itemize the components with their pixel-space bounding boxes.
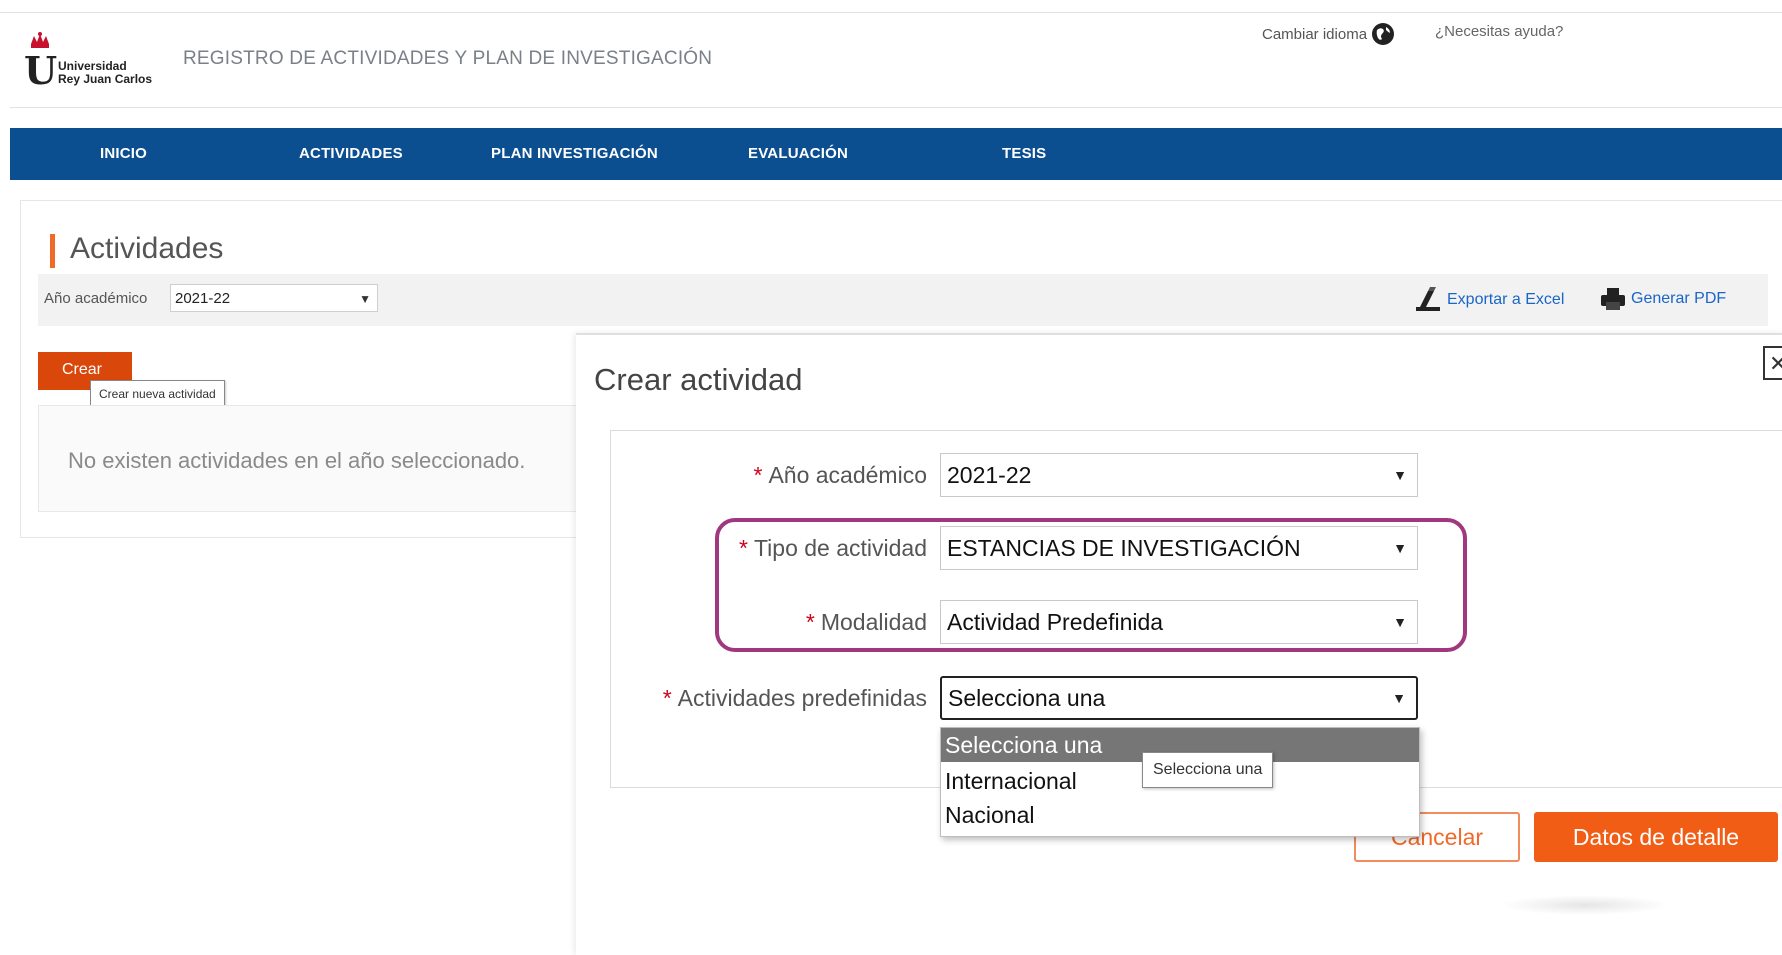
page-title-accent bbox=[50, 234, 55, 268]
chevron-down-icon: ▼ bbox=[1393, 467, 1407, 483]
nav-item-inicio[interactable]: INICIO bbox=[100, 128, 147, 180]
header-divider bbox=[10, 107, 1782, 108]
field-label-text: Año académico bbox=[768, 462, 927, 488]
export-excel-link[interactable]: Exportar a Excel bbox=[1414, 287, 1564, 313]
field-label-text: Actividades predefinidas bbox=[677, 685, 927, 711]
field-label-academic-year: * Año académico bbox=[754, 462, 928, 489]
export-excel-label: Exportar a Excel bbox=[1447, 291, 1565, 308]
logo-line2: Rey Juan Carlos bbox=[58, 72, 153, 86]
required-marker: * bbox=[753, 462, 763, 488]
required-marker: * bbox=[662, 685, 672, 711]
change-language-label: Cambiar idioma bbox=[1262, 25, 1368, 43]
chevron-down-icon: ▼ bbox=[359, 292, 371, 306]
predefined-activities-field-value: Selecciona una bbox=[948, 685, 1106, 711]
predefined-activities-field[interactable]: Selecciona una ▼ bbox=[940, 676, 1418, 720]
detail-data-button[interactable]: Datos de detalle bbox=[1534, 812, 1778, 862]
chevron-down-icon: ▼ bbox=[1392, 690, 1406, 706]
empty-message: No existen actividades en el año selecci… bbox=[68, 448, 526, 473]
modal-title: Crear actividad bbox=[594, 362, 803, 397]
help-link[interactable]: ¿Necesitas ayuda? bbox=[1435, 23, 1563, 40]
nav-item-tesis[interactable]: TESIS bbox=[1002, 128, 1046, 180]
change-language-link[interactable]: Cambiar idioma bbox=[1262, 22, 1395, 46]
generate-pdf-label: Generar PDF bbox=[1631, 290, 1727, 307]
dropdown-tooltip: Selecciona una bbox=[1142, 752, 1274, 788]
academic-year-select[interactable]: 2021-22 ▼ bbox=[170, 284, 378, 312]
university-logo[interactable]: U Universidad Rey Juan Carlos bbox=[22, 32, 182, 94]
top-rule bbox=[0, 12, 1782, 13]
academic-year-value: 2021-22 bbox=[175, 290, 231, 307]
page-title: Actividades bbox=[70, 232, 224, 265]
create-button-tooltip: Crear nueva actividad bbox=[90, 380, 225, 408]
close-icon[interactable]: ✕ bbox=[1763, 346, 1782, 380]
field-label-predefined-activities: * Actividades predefinidas bbox=[663, 685, 927, 712]
main-nav: INICIO ACTIVIDADES PLAN INVESTIGACIÓN EV… bbox=[10, 128, 1782, 180]
decorative-shadow bbox=[1500, 895, 1670, 915]
logo-letter: U bbox=[24, 48, 58, 93]
academic-year-field-value: 2021-22 bbox=[947, 462, 1032, 488]
app-title: REGISTRO DE ACTIVIDADES Y PLAN DE INVEST… bbox=[183, 48, 713, 69]
excel-export-icon bbox=[1416, 287, 1440, 311]
logo-text: Universidad Rey Juan Carlos bbox=[58, 60, 178, 86]
nav-item-plan-investigacion[interactable]: PLAN INVESTIGACIÓN bbox=[491, 128, 658, 180]
printer-icon bbox=[1601, 288, 1625, 310]
nav-item-actividades[interactable]: ACTIVIDADES bbox=[299, 128, 403, 180]
academic-year-field[interactable]: 2021-22 ▼ bbox=[940, 453, 1418, 497]
globe-icon bbox=[1372, 23, 1395, 45]
highlight-annotation bbox=[715, 518, 1467, 652]
generate-pdf-link[interactable]: Generar PDF bbox=[1600, 287, 1726, 311]
nav-item-evaluacion[interactable]: EVALUACIÓN bbox=[748, 128, 848, 180]
academic-year-label: Año académico bbox=[44, 290, 148, 307]
dropdown-option-nacional[interactable]: Nacional bbox=[941, 798, 1419, 832]
